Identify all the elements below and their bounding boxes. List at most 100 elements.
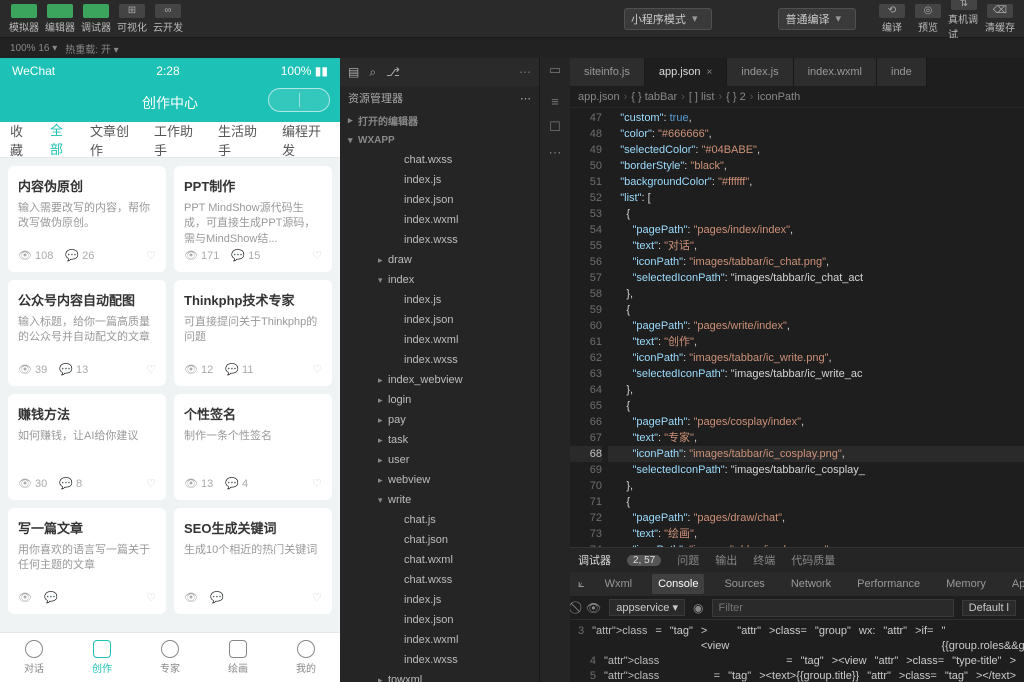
tree-file[interactable]: index.js [340, 590, 539, 610]
tree-folder[interactable]: ▸draw [340, 250, 539, 270]
tool-云开发[interactable]: ∞云开发 [152, 4, 184, 34]
tree-file[interactable]: chat.json [340, 530, 539, 550]
breadcrumb[interactable]: app.json›{ } tabBar›[ ] list›{ } 2›iconP… [570, 86, 1024, 108]
explorer-more-icon[interactable]: ⋯ [520, 92, 531, 105]
menu-icon[interactable]: ≡ [551, 94, 559, 109]
tree-file[interactable]: index.wxml [340, 210, 539, 230]
category-tab[interactable]: 工作助手 [154, 115, 202, 165]
heart-icon[interactable]: ♡ [312, 249, 322, 262]
tree-section[interactable]: ▸打开的编辑器 [340, 110, 539, 130]
card[interactable]: 赚钱方法 如何赚钱，让AI给你建议 👁 30 💬 8 ♡ [8, 394, 166, 500]
heart-icon[interactable]: ♡ [146, 249, 156, 262]
tree-file[interactable]: index.wxml [340, 630, 539, 650]
breadcrumb-item[interactable]: [ ] list [689, 91, 715, 103]
sidebar-toggle-icon[interactable]: ▭ [549, 62, 561, 78]
search-icon[interactable]: ⌕ [369, 65, 376, 80]
breadcrumb-item[interactable]: app.json [578, 91, 620, 103]
editor-tab[interactable]: index.wxml [794, 58, 877, 86]
tree-file[interactable]: index.wxss [340, 650, 539, 670]
eye-icon[interactable]: 👁 [586, 601, 601, 615]
heart-icon[interactable]: ♡ [312, 591, 322, 604]
category-tab[interactable]: 编程开发 [282, 115, 330, 165]
nav-我的[interactable]: 我的 [272, 633, 340, 682]
devtools-tab[interactable]: Console [652, 574, 704, 594]
category-tab[interactable]: 文章创作 [90, 115, 138, 165]
console-tab[interactable]: 终端 [753, 552, 775, 568]
code-body[interactable]: "custom": true, "color": "#666666", "sel… [608, 108, 1024, 547]
devtools-tab[interactable]: Network [785, 574, 837, 594]
more-icon[interactable]: ⋯ [519, 65, 531, 79]
category-tab[interactable]: 收藏 [10, 115, 34, 165]
tree-folder[interactable]: ▾index [340, 270, 539, 290]
tree-section[interactable]: ▾WXAPP [340, 130, 539, 150]
heart-icon[interactable]: ♡ [146, 591, 156, 604]
tree-file[interactable]: index.wxss [340, 230, 539, 250]
card[interactable]: 公众号内容自动配图 输入标题，给你一篇高质量的公众号并自动配文的文章 👁 39 … [8, 280, 166, 386]
tree-file[interactable]: chat.wxss [340, 150, 539, 170]
console-tab[interactable]: 输出 [715, 552, 737, 568]
card[interactable]: PPT制作 PPT MindShow源代码生成，可直接生成PPT源码，需与Min… [174, 166, 332, 272]
bookmark-icon[interactable]: ☐ [549, 119, 561, 135]
card[interactable]: 个性签名 制作一条个性签名 👁 13 💬 4 ♡ [174, 394, 332, 500]
tree-file[interactable]: index.json [340, 190, 539, 210]
tree-folder[interactable]: ▸task [340, 430, 539, 450]
level-select[interactable]: Default l [962, 600, 1016, 616]
editor-tab[interactable]: siteinfo.js [570, 58, 645, 86]
nav-绘画[interactable]: 绘画 [204, 633, 272, 682]
tree-folder[interactable]: ▸user [340, 450, 539, 470]
tree-file[interactable]: index.js [340, 290, 539, 310]
tree-file[interactable]: index.json [340, 610, 539, 630]
devtools-tab[interactable]: Performance [851, 574, 926, 594]
tool-可视化[interactable]: ⊞可视化 [116, 4, 148, 34]
tree-folder[interactable]: ▸index_webview [340, 370, 539, 390]
tree-file[interactable]: chat.wxml [340, 550, 539, 570]
files-icon[interactable]: ▤ [348, 65, 359, 80]
tree-folder[interactable]: ▸pay [340, 410, 539, 430]
card[interactable]: SEO生成关键词 生成10个相近的热门关键词 👁 💬 ♡ [174, 508, 332, 614]
tree-file[interactable]: index.wxml [340, 330, 539, 350]
editor-tab[interactable]: inde [877, 58, 927, 86]
card[interactable]: Thinkphp技术专家 可直接提问关于Thinkphp的问题 👁 12 💬 1… [174, 280, 332, 386]
console-tab[interactable]: 代码质量 [791, 552, 835, 568]
breadcrumb-item[interactable]: iconPath [757, 91, 800, 103]
tree-folder[interactable]: ▾write [340, 490, 539, 510]
inspect-icon[interactable]: ⟀ [578, 578, 585, 590]
nav-创作[interactable]: 创作 [68, 633, 136, 682]
nav-对话[interactable]: 对话 [0, 633, 68, 682]
devtools-tab[interactable]: Memory [940, 574, 992, 594]
console-tab[interactable]: 问题 [677, 552, 699, 568]
console-tab[interactable]: 调试器 [578, 552, 611, 568]
tree-file[interactable]: chat.js [340, 510, 539, 530]
heart-icon[interactable]: ♡ [146, 477, 156, 490]
tool-编译[interactable]: ⟲编译 [876, 0, 908, 41]
tree-file[interactable]: index.js [340, 170, 539, 190]
devtools-tab[interactable]: AppData [1006, 574, 1024, 594]
capsule-button[interactable] [268, 88, 330, 112]
nav-专家[interactable]: 专家 [136, 633, 204, 682]
tree-folder[interactable]: ▸towxml [340, 670, 539, 682]
compile-select[interactable]: 普通编译 [778, 8, 856, 30]
tool-模拟器[interactable]: 模拟器 [8, 4, 40, 34]
context-select[interactable]: appservice ▾ [609, 599, 685, 616]
tree-file[interactable]: chat.wxss [340, 570, 539, 590]
tool-编辑器[interactable]: 编辑器 [44, 4, 76, 34]
breadcrumb-item[interactable]: { } 2 [726, 91, 746, 103]
tree-file[interactable]: index.json [340, 310, 539, 330]
zoom-level[interactable]: 100% 16 ▾ [10, 43, 57, 54]
more-icon[interactable]: ⋯ [549, 145, 562, 161]
heart-icon[interactable]: ♡ [312, 363, 322, 376]
mode-select[interactable]: 小程序模式 [624, 8, 713, 30]
eye2-icon[interactable]: ◉ [693, 601, 703, 615]
tree-folder[interactable]: ▸webview [340, 470, 539, 490]
hot-reload[interactable]: 热重载: 开 ▾ [65, 41, 118, 56]
filter-input[interactable] [712, 599, 954, 617]
breadcrumb-item[interactable]: { } tabBar [631, 91, 677, 103]
tool-调试器[interactable]: 调试器 [80, 4, 112, 34]
card[interactable]: 内容伪原创 输入需要改写的内容，帮你改写做伪原创。 👁 108 💬 26 ♡ [8, 166, 166, 272]
heart-icon[interactable]: ♡ [312, 477, 322, 490]
tree-folder[interactable]: ▸login [340, 390, 539, 410]
editor-tab[interactable]: app.json× [645, 58, 727, 86]
tool-预览[interactable]: ◎预览 [912, 0, 944, 41]
card[interactable]: 写一篇文章 用你喜欢的语言写一篇关于任何主题的文章 👁 💬 ♡ [8, 508, 166, 614]
tool-真机调试[interactable]: ⇅真机调试 [948, 0, 980, 41]
